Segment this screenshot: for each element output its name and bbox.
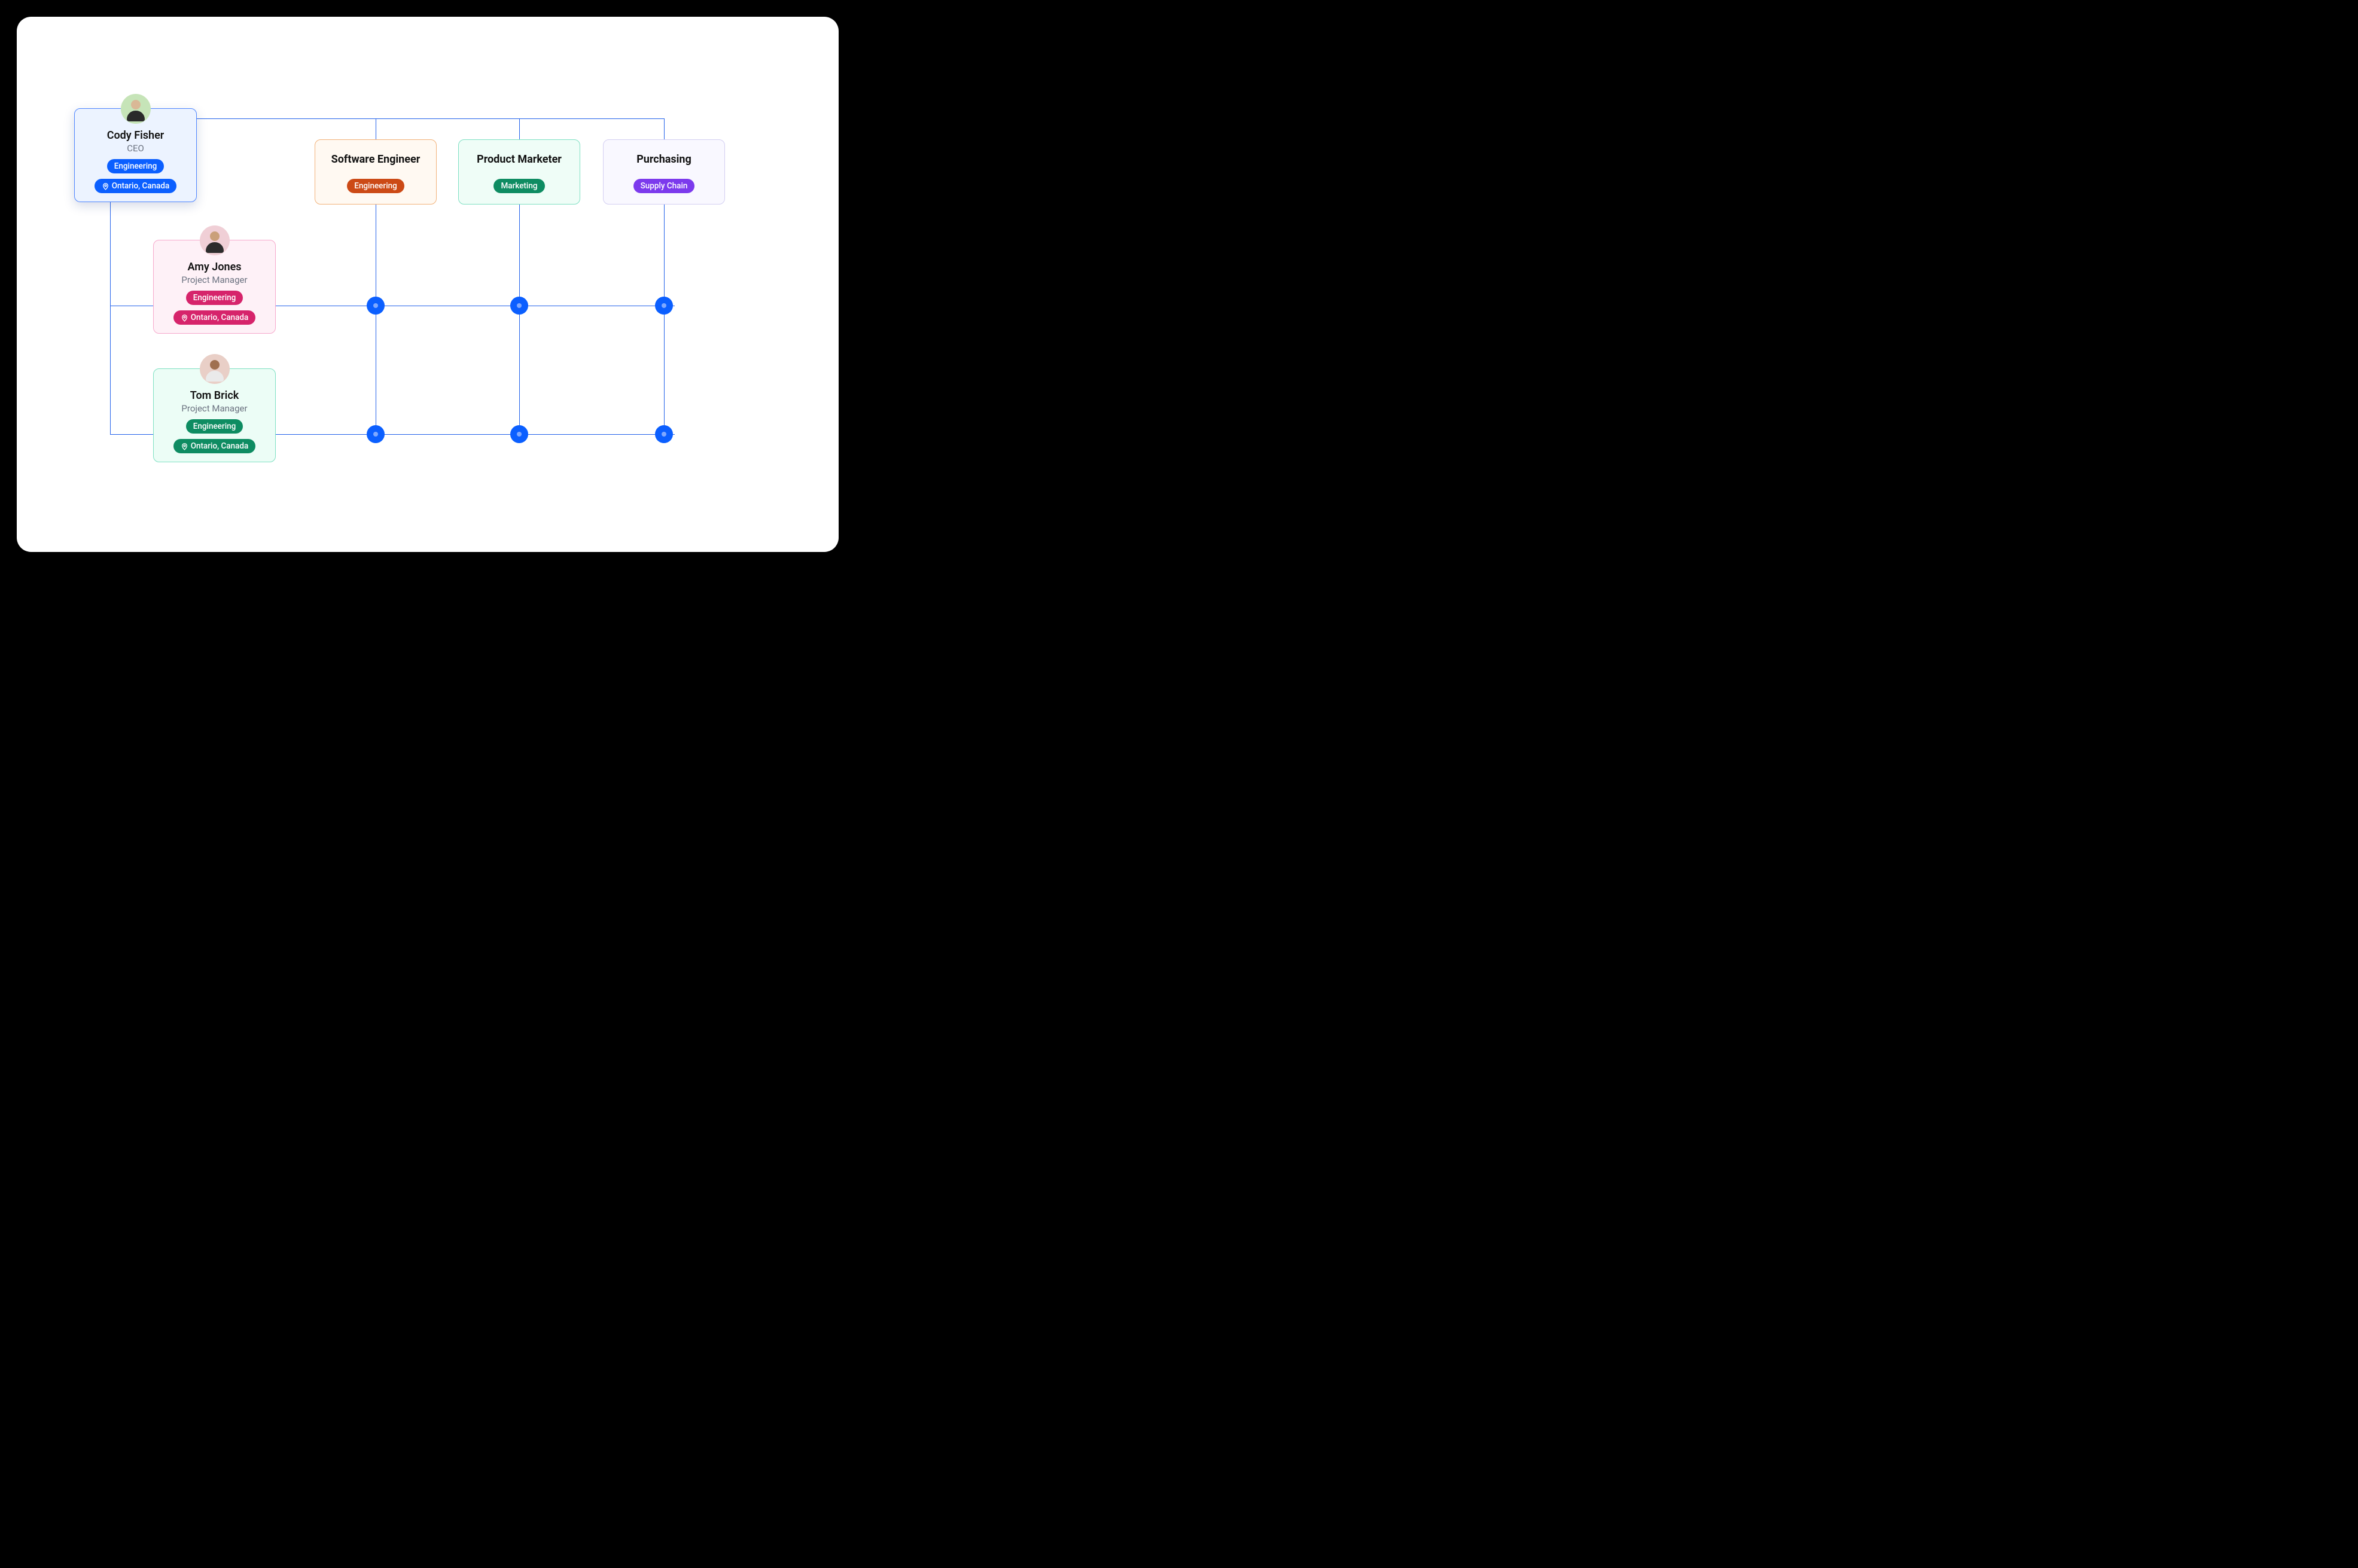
grid-node[interactable] (510, 297, 528, 315)
location-badge: Ontario, Canada (173, 439, 256, 453)
person-role: Project Manager (162, 403, 267, 414)
dept-badge: Supply Chain (633, 179, 695, 193)
location-badge: Ontario, Canada (173, 310, 256, 325)
map-pin-icon (102, 182, 109, 190)
map-pin-icon (181, 443, 188, 450)
person-role: CEO (83, 143, 188, 154)
avatar (121, 94, 151, 124)
role-title: Software Engineer (324, 153, 428, 166)
dept-badge: Engineering (347, 179, 404, 193)
avatar (200, 225, 230, 255)
window-frame: Cody Fisher CEO Engineering Ontario, Can… (17, 17, 839, 552)
grid-node[interactable] (367, 425, 385, 443)
map-pin-icon (181, 314, 188, 322)
dept-badge: Engineering (107, 159, 164, 173)
grid-node[interactable] (655, 297, 673, 315)
person-name: Tom Brick (162, 389, 267, 402)
location-badge: Ontario, Canada (95, 179, 177, 193)
person-card-pm2[interactable]: Tom Brick Project Manager Engineering On… (153, 368, 276, 462)
connector-line (195, 118, 665, 119)
role-card-pmk[interactable]: Product Marketer Marketing (458, 139, 580, 205)
org-chart-canvas[interactable]: Cody Fisher CEO Engineering Ontario, Can… (33, 33, 822, 535)
dept-badge: Engineering (186, 291, 243, 305)
grid-node[interactable] (367, 297, 385, 315)
dept-badge: Engineering (186, 419, 243, 434)
role-title: Product Marketer (467, 153, 571, 166)
person-name: Cody Fisher (83, 129, 188, 142)
role-card-pur[interactable]: Purchasing Supply Chain (603, 139, 725, 205)
person-card-pm1[interactable]: Amy Jones Project Manager Engineering On… (153, 240, 276, 334)
grid-node[interactable] (510, 425, 528, 443)
grid-node[interactable] (655, 425, 673, 443)
connector-line (110, 189, 111, 434)
dept-badge: Marketing (493, 179, 544, 193)
role-title: Purchasing (612, 153, 716, 166)
person-card-ceo[interactable]: Cody Fisher CEO Engineering Ontario, Can… (74, 108, 197, 202)
role-card-swe[interactable]: Software Engineer Engineering (315, 139, 437, 205)
person-name: Amy Jones (162, 261, 267, 273)
avatar (200, 354, 230, 384)
person-role: Project Manager (162, 274, 267, 285)
